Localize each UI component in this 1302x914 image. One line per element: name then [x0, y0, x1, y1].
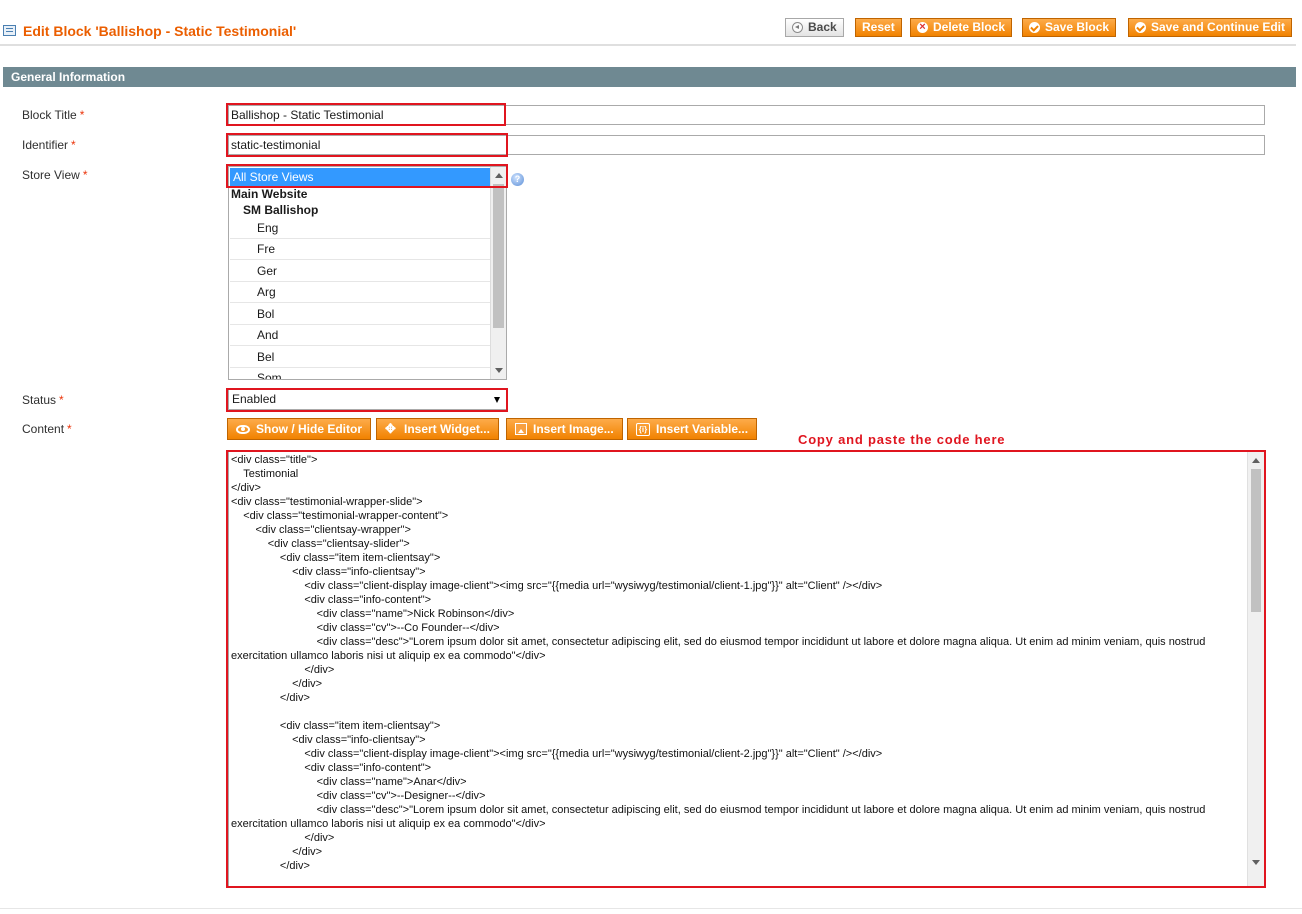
identifier-input[interactable]	[228, 135, 1265, 155]
required-marker: *	[71, 138, 76, 152]
reset-button[interactable]: Reset	[855, 18, 902, 37]
header-divider	[0, 44, 1296, 46]
content-label: Content *	[22, 422, 72, 436]
grid-icon	[3, 25, 16, 36]
identifier-label: Identifier *	[22, 138, 76, 152]
status-select[interactable]: Enabled	[228, 389, 507, 410]
required-marker: *	[67, 422, 72, 436]
show-hide-editor-label: Show / Hide Editor	[256, 422, 363, 436]
scroll-down-icon[interactable]	[1252, 860, 1260, 865]
scroll-down-icon[interactable]	[495, 368, 503, 373]
widget-icon	[385, 421, 398, 437]
scroll-up-icon[interactable]	[495, 173, 503, 178]
insert-image-label: Insert Image...	[533, 422, 614, 436]
store-view-multiselect[interactable]: All Store Views Main Website SM Ballisho…	[228, 166, 507, 380]
reset-button-label: Reset	[862, 20, 895, 34]
delete-block-button[interactable]: Delete Block	[910, 18, 1013, 37]
annotation-text: Copy and paste the code here	[798, 432, 1006, 447]
store-option[interactable]: Arg	[230, 282, 490, 303]
store-option[interactable]: Ger	[230, 261, 490, 282]
scroll-up-icon[interactable]	[1252, 458, 1260, 463]
insert-variable-label: Insert Variable...	[656, 422, 749, 436]
save-and-continue-button[interactable]: Save and Continue Edit	[1128, 18, 1293, 37]
store-list-scrollbar[interactable]	[490, 167, 506, 379]
block-title-label-text: Block Title	[22, 108, 77, 122]
scrollbar-thumb[interactable]	[493, 184, 504, 328]
required-marker: *	[82, 168, 88, 182]
dropdown-arrow-icon	[494, 397, 500, 403]
block-title-label: Block Title *	[22, 108, 84, 122]
footer-divider	[0, 908, 1302, 909]
arrow-left-icon	[792, 22, 803, 33]
back-button-label: Back	[808, 20, 837, 34]
content-code[interactable]: <div class="title"> Testimonial </div> <…	[231, 453, 1243, 873]
delete-button-label: Delete Block	[933, 20, 1006, 34]
required-marker: *	[59, 393, 64, 407]
insert-widget-button[interactable]: Insert Widget...	[376, 418, 499, 440]
page-title: Edit Block 'Ballishop - Static Testimoni…	[23, 23, 297, 39]
store-view-label: Store View *	[22, 168, 87, 182]
section-header: General Information	[3, 67, 1296, 87]
save-block-button[interactable]: Save Block	[1022, 18, 1117, 37]
save-button-label: Save Block	[1045, 20, 1110, 34]
textarea-scrollbar[interactable]	[1247, 452, 1264, 887]
back-button[interactable]: Back	[785, 18, 844, 37]
delete-icon	[917, 19, 928, 35]
store-option[interactable]: Fre	[230, 239, 490, 260]
required-marker: *	[79, 108, 85, 122]
status-label: Status *	[22, 393, 64, 407]
save-continue-button-label: Save and Continue Edit	[1151, 20, 1286, 34]
status-select-value: Enabled	[232, 392, 277, 406]
image-icon	[515, 423, 527, 435]
check-icon	[1029, 22, 1040, 33]
content-textarea[interactable]: <div class="title"> Testimonial </div> <…	[228, 451, 1265, 888]
insert-widget-label: Insert Widget...	[404, 422, 490, 436]
store-view-label-text: Store View	[22, 168, 80, 182]
store-option[interactable]: Bol	[230, 304, 490, 325]
status-label-text: Status	[22, 393, 57, 407]
store-option[interactable]: Eng	[230, 218, 490, 239]
store-option[interactable]: And	[230, 325, 490, 346]
store-option[interactable]: Bel	[230, 347, 490, 368]
insert-variable-button[interactable]: Insert Variable...	[627, 418, 758, 440]
eye-icon	[236, 424, 250, 434]
store-group-sm-ballishop: SM Ballishop	[243, 203, 319, 217]
store-option[interactable]: Som	[230, 368, 490, 379]
variable-icon	[636, 422, 650, 436]
store-group-main-website: Main Website	[231, 187, 308, 201]
block-title-input[interactable]	[228, 105, 1265, 125]
identifier-label-text: Identifier	[22, 138, 69, 152]
scrollbar-thumb[interactable]	[1251, 469, 1261, 612]
help-icon[interactable]: ?	[511, 173, 524, 186]
check-icon	[1135, 22, 1146, 33]
content-label-text: Content	[22, 422, 65, 436]
insert-image-button[interactable]: Insert Image...	[506, 418, 623, 440]
show-hide-editor-button[interactable]: Show / Hide Editor	[227, 418, 372, 440]
store-option-all-store-views[interactable]: All Store Views	[230, 168, 491, 186]
